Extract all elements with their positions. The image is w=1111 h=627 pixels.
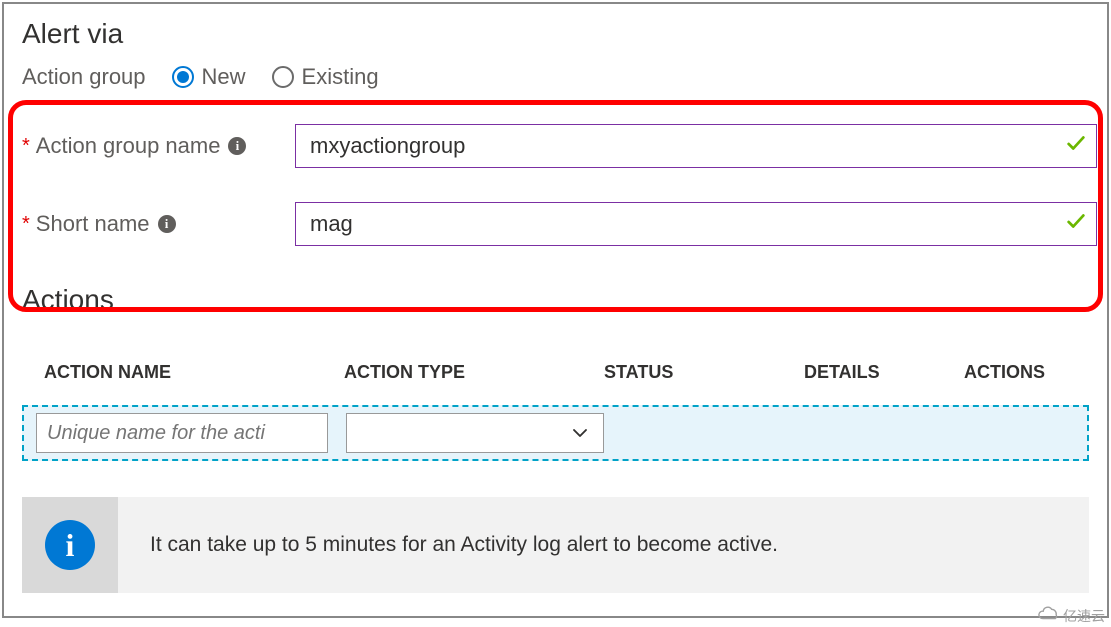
section-title: Alert via xyxy=(22,18,1097,50)
col-details: DETAILS xyxy=(804,362,964,383)
radio-new[interactable]: New xyxy=(172,64,246,90)
short-name-input[interactable] xyxy=(295,202,1097,246)
action-type-select[interactable] xyxy=(346,413,604,453)
col-action-type: ACTION TYPE xyxy=(344,362,604,383)
radio-existing-label: Existing xyxy=(302,64,379,90)
col-actions: ACTIONS xyxy=(964,362,1104,383)
info-icon[interactable]: i xyxy=(158,215,176,233)
required-asterisk-icon: * xyxy=(22,136,30,156)
short-name-row: * Short name i xyxy=(22,202,1097,246)
action-group-name-label: Action group name xyxy=(36,133,221,159)
radio-new-circle-icon xyxy=(172,66,194,88)
col-action-name: ACTION NAME xyxy=(44,362,344,383)
action-group-name-row: * Action group name i xyxy=(22,124,1097,168)
radio-existing-circle-icon xyxy=(272,66,294,88)
radio-new-label: New xyxy=(202,64,246,90)
panel: Alert via Action group New Existing * Ac… xyxy=(2,2,1109,618)
watermark: 亿速云 xyxy=(1037,605,1105,626)
action-name-input[interactable] xyxy=(36,413,328,453)
info-icon[interactable]: i xyxy=(228,137,246,155)
notice-icon-container: i xyxy=(22,497,118,593)
action-group-radio-row: Action group New Existing xyxy=(22,64,1097,90)
chevron-down-icon xyxy=(571,424,589,442)
radio-existing[interactable]: Existing xyxy=(272,64,379,90)
cloud-icon xyxy=(1037,605,1059,626)
checkmark-icon xyxy=(1065,132,1087,160)
actions-table-row xyxy=(22,405,1089,461)
info-icon: i xyxy=(45,520,95,570)
notice-text: It can take up to 5 minutes for an Activ… xyxy=(150,533,778,557)
watermark-text: 亿速云 xyxy=(1063,606,1105,626)
col-status: STATUS xyxy=(604,362,804,383)
action-group-name-input[interactable] xyxy=(295,124,1097,168)
actions-table-header: ACTION NAME ACTION TYPE STATUS DETAILS A… xyxy=(14,362,1097,383)
required-asterisk-icon: * xyxy=(22,214,30,234)
checkmark-icon xyxy=(1065,210,1087,238)
actions-section-title: Actions xyxy=(22,284,1097,316)
action-group-label: Action group xyxy=(22,64,146,90)
notice-banner: i It can take up to 5 minutes for an Act… xyxy=(22,497,1089,593)
short-name-label: Short name xyxy=(36,211,150,237)
